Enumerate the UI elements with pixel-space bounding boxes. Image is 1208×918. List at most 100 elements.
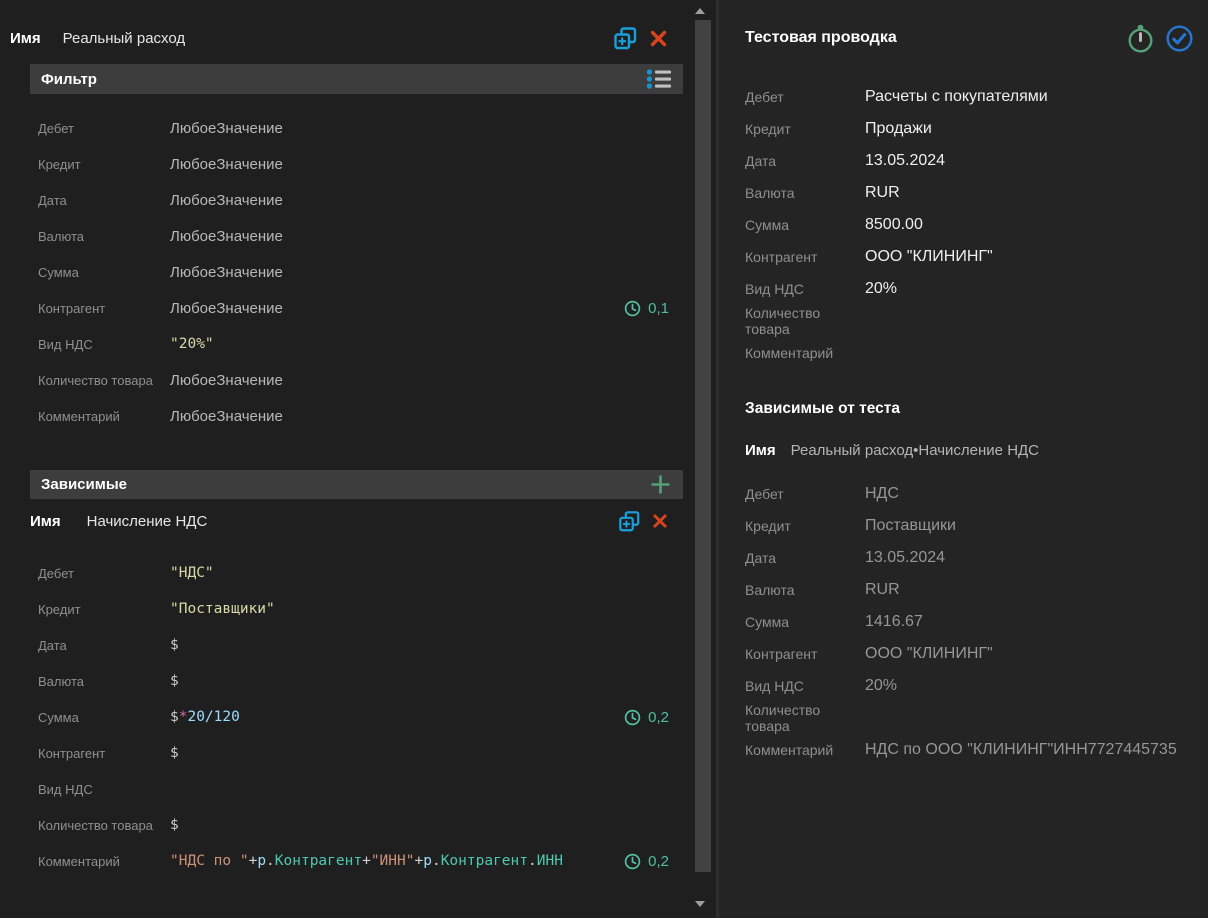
field-label: Дата xyxy=(745,550,865,566)
field-value[interactable]: ЛюбоеЗначение xyxy=(170,120,283,137)
field-row: Контрагент ООО "КЛИНИНГ" xyxy=(745,241,1192,273)
name-label: Имя xyxy=(745,442,776,459)
field-row: Валюта RUR xyxy=(745,574,1192,606)
field-label: Сумма xyxy=(745,614,865,630)
code-token: $ xyxy=(170,745,179,761)
field-value[interactable]: 20% xyxy=(865,280,897,298)
field-value[interactable]: ЛюбоеЗначение xyxy=(170,264,283,281)
field-row: Дата ЛюбоеЗначение xyxy=(38,182,669,218)
field-label: Комментарий xyxy=(38,854,170,869)
apply-test-button[interactable] xyxy=(1165,24,1194,53)
field-value[interactable]: ЛюбоеЗначение xyxy=(170,156,283,173)
rule-actions xyxy=(613,26,669,51)
test-panel-title: Тестовая проводка xyxy=(745,29,897,47)
field-value: ООО "КЛИНИНГ" xyxy=(865,645,993,663)
test-panel: Тестовая проводка Дебет xyxy=(716,0,1208,918)
field-label: Валюта xyxy=(745,185,865,201)
field-row: Сумма 8500.00 xyxy=(745,209,1192,241)
code-token: $ xyxy=(170,673,179,689)
down-arrow-icon xyxy=(695,901,705,907)
field-value[interactable]: ООО "КЛИНИНГ" xyxy=(865,248,993,266)
field-value[interactable]: $ xyxy=(170,673,179,689)
field-row: Дебет "НДС" xyxy=(38,555,669,591)
code-token: . xyxy=(266,853,275,869)
stopwatch-icon xyxy=(1125,23,1156,54)
field-value: 20% xyxy=(865,677,897,695)
field-value[interactable]: "НДС" xyxy=(170,565,214,581)
clock-icon xyxy=(624,300,641,317)
filter-menu-button[interactable] xyxy=(646,68,672,90)
vertical-scrollbar[interactable] xyxy=(683,0,716,918)
field-label: Контрагент xyxy=(38,301,170,316)
field-value[interactable]: 8500.00 xyxy=(865,216,923,234)
field-label: Валюта xyxy=(38,229,170,244)
field-value[interactable]: ЛюбоеЗначение xyxy=(170,228,283,245)
filter-section-header: Фильтр xyxy=(30,64,683,94)
field-value[interactable]: "20%" xyxy=(170,336,214,352)
field-label: Дебет xyxy=(745,89,865,105)
field-row: Валюта RUR xyxy=(745,177,1192,209)
field-label: Комментарий xyxy=(38,409,170,424)
code-token: + xyxy=(414,853,423,869)
duplicate-dependent-button[interactable] xyxy=(618,510,641,533)
dependent-name-value[interactable]: Начисление НДС xyxy=(87,513,208,530)
up-arrow-icon xyxy=(695,8,705,14)
name-label: Имя xyxy=(10,30,41,47)
field-row: Дебет Расчеты с покупателями xyxy=(745,81,1192,113)
field-value[interactable]: $ xyxy=(170,637,179,653)
field-label: Кредит xyxy=(38,602,170,617)
field-value: НДС по ООО "КЛИНИНГ"ИНН7727445735 xyxy=(865,741,1177,759)
code-token: "НДС по " xyxy=(170,853,249,869)
field-row: Кредит Продажи xyxy=(745,113,1192,145)
dependent-actions xyxy=(618,510,669,533)
field-value[interactable]: "Поставщики" xyxy=(170,601,275,617)
field-label: Вид НДС xyxy=(38,782,170,797)
delete-dependent-button[interactable] xyxy=(651,512,669,530)
test-rows: Дебет Расчеты с покупателями Кредит Прод… xyxy=(745,81,1192,369)
filter-rows: Дебет ЛюбоеЗначение Кредит ЛюбоеЗначение… xyxy=(38,110,669,434)
copy-plus-icon xyxy=(618,510,641,533)
timer-value: 0,2 xyxy=(648,853,669,870)
field-value[interactable]: Расчеты с покупателями xyxy=(865,88,1048,106)
field-row: Дебет НДС xyxy=(745,478,1192,510)
rule-name-row: Имя Реальный расход xyxy=(10,24,669,52)
field-value[interactable]: $*20/120 xyxy=(170,709,240,725)
app-window: Имя Реальный расход Фильтр xyxy=(0,0,1208,918)
plus-icon xyxy=(649,473,672,496)
add-dependent-button[interactable] xyxy=(649,473,672,496)
code-token: + xyxy=(362,853,371,869)
code-token: "Поставщики" xyxy=(170,601,275,617)
field-value[interactable]: "НДС по "+р.Контрагент+"ИНН"+р.Контраген… xyxy=(170,853,563,869)
field-label: Вид НДС xyxy=(745,281,865,297)
timer-badge: 0,2 xyxy=(624,853,669,870)
timer-value: 0,2 xyxy=(648,709,669,726)
scroll-up-button[interactable] xyxy=(683,4,716,18)
code-token: . xyxy=(528,853,537,869)
field-value[interactable]: $ xyxy=(170,745,179,761)
field-row: Дата 13.05.2024 xyxy=(745,542,1192,574)
code-token: + xyxy=(249,853,258,869)
rule-name-value[interactable]: Реальный расход xyxy=(63,30,186,47)
field-value[interactable]: Продажи xyxy=(865,120,932,138)
run-test-button[interactable] xyxy=(1125,23,1156,54)
close-x-icon xyxy=(648,28,669,49)
duplicate-rule-button[interactable] xyxy=(613,26,638,51)
field-row: Комментарий "НДС по "+р.Контрагент+"ИНН"… xyxy=(38,843,669,879)
field-label: Вид НДС xyxy=(38,337,170,352)
test-header: Тестовая проводка xyxy=(745,22,1194,54)
field-value[interactable]: ЛюбоеЗначение xyxy=(170,372,283,389)
field-value[interactable]: ЛюбоеЗначение xyxy=(170,192,283,209)
field-value[interactable]: ЛюбоеЗначение xyxy=(170,300,283,317)
scroll-down-button[interactable] xyxy=(683,897,716,911)
field-value[interactable]: ЛюбоеЗначение xyxy=(170,408,283,425)
delete-rule-button[interactable] xyxy=(648,28,669,49)
field-value[interactable]: $ xyxy=(170,817,179,833)
field-label: Сумма xyxy=(745,217,865,233)
field-value[interactable]: 13.05.2024 xyxy=(865,152,945,170)
field-row: Дебет ЛюбоеЗначение xyxy=(38,110,669,146)
field-value[interactable]: RUR xyxy=(865,184,900,202)
code-token: 20/120 xyxy=(187,709,239,725)
dependents-section-header: Зависимые xyxy=(30,470,683,499)
scrollbar-thumb[interactable] xyxy=(695,20,711,872)
field-label: Комментарий xyxy=(745,345,865,361)
